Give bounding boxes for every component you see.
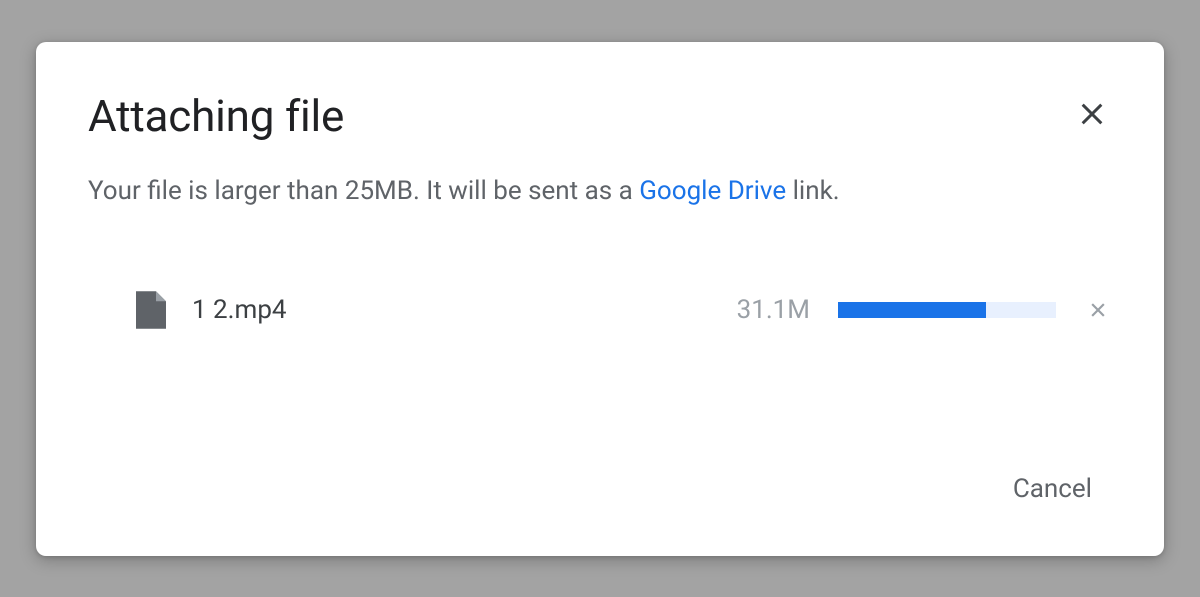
close-icon	[1076, 98, 1108, 130]
upload-progress-bar	[838, 302, 1056, 318]
cancel-upload-button[interactable]	[1084, 296, 1112, 324]
attaching-file-dialog: Attaching file Your file is larger than …	[36, 42, 1164, 556]
dialog-footer: Cancel	[88, 466, 1112, 524]
file-icon	[136, 291, 166, 329]
dialog-message: Your file is larger than 25MB. It will b…	[88, 172, 1112, 211]
file-size: 31.1M	[737, 295, 810, 325]
cancel-button[interactable]: Cancel	[1001, 466, 1104, 512]
cancel-icon	[1088, 300, 1108, 320]
dialog-title: Attaching file	[88, 90, 344, 142]
message-prefix: Your file is larger than 25MB. It will b…	[88, 176, 639, 206]
close-button[interactable]	[1072, 94, 1112, 134]
google-drive-link[interactable]: Google Drive	[639, 176, 786, 206]
upload-progress-fill	[838, 302, 986, 318]
file-name: 1 2.mp4	[192, 295, 737, 325]
dialog-header: Attaching file	[88, 90, 1112, 142]
message-suffix: link.	[786, 176, 840, 206]
file-upload-row: 1 2.mp4 31.1M	[88, 291, 1112, 329]
